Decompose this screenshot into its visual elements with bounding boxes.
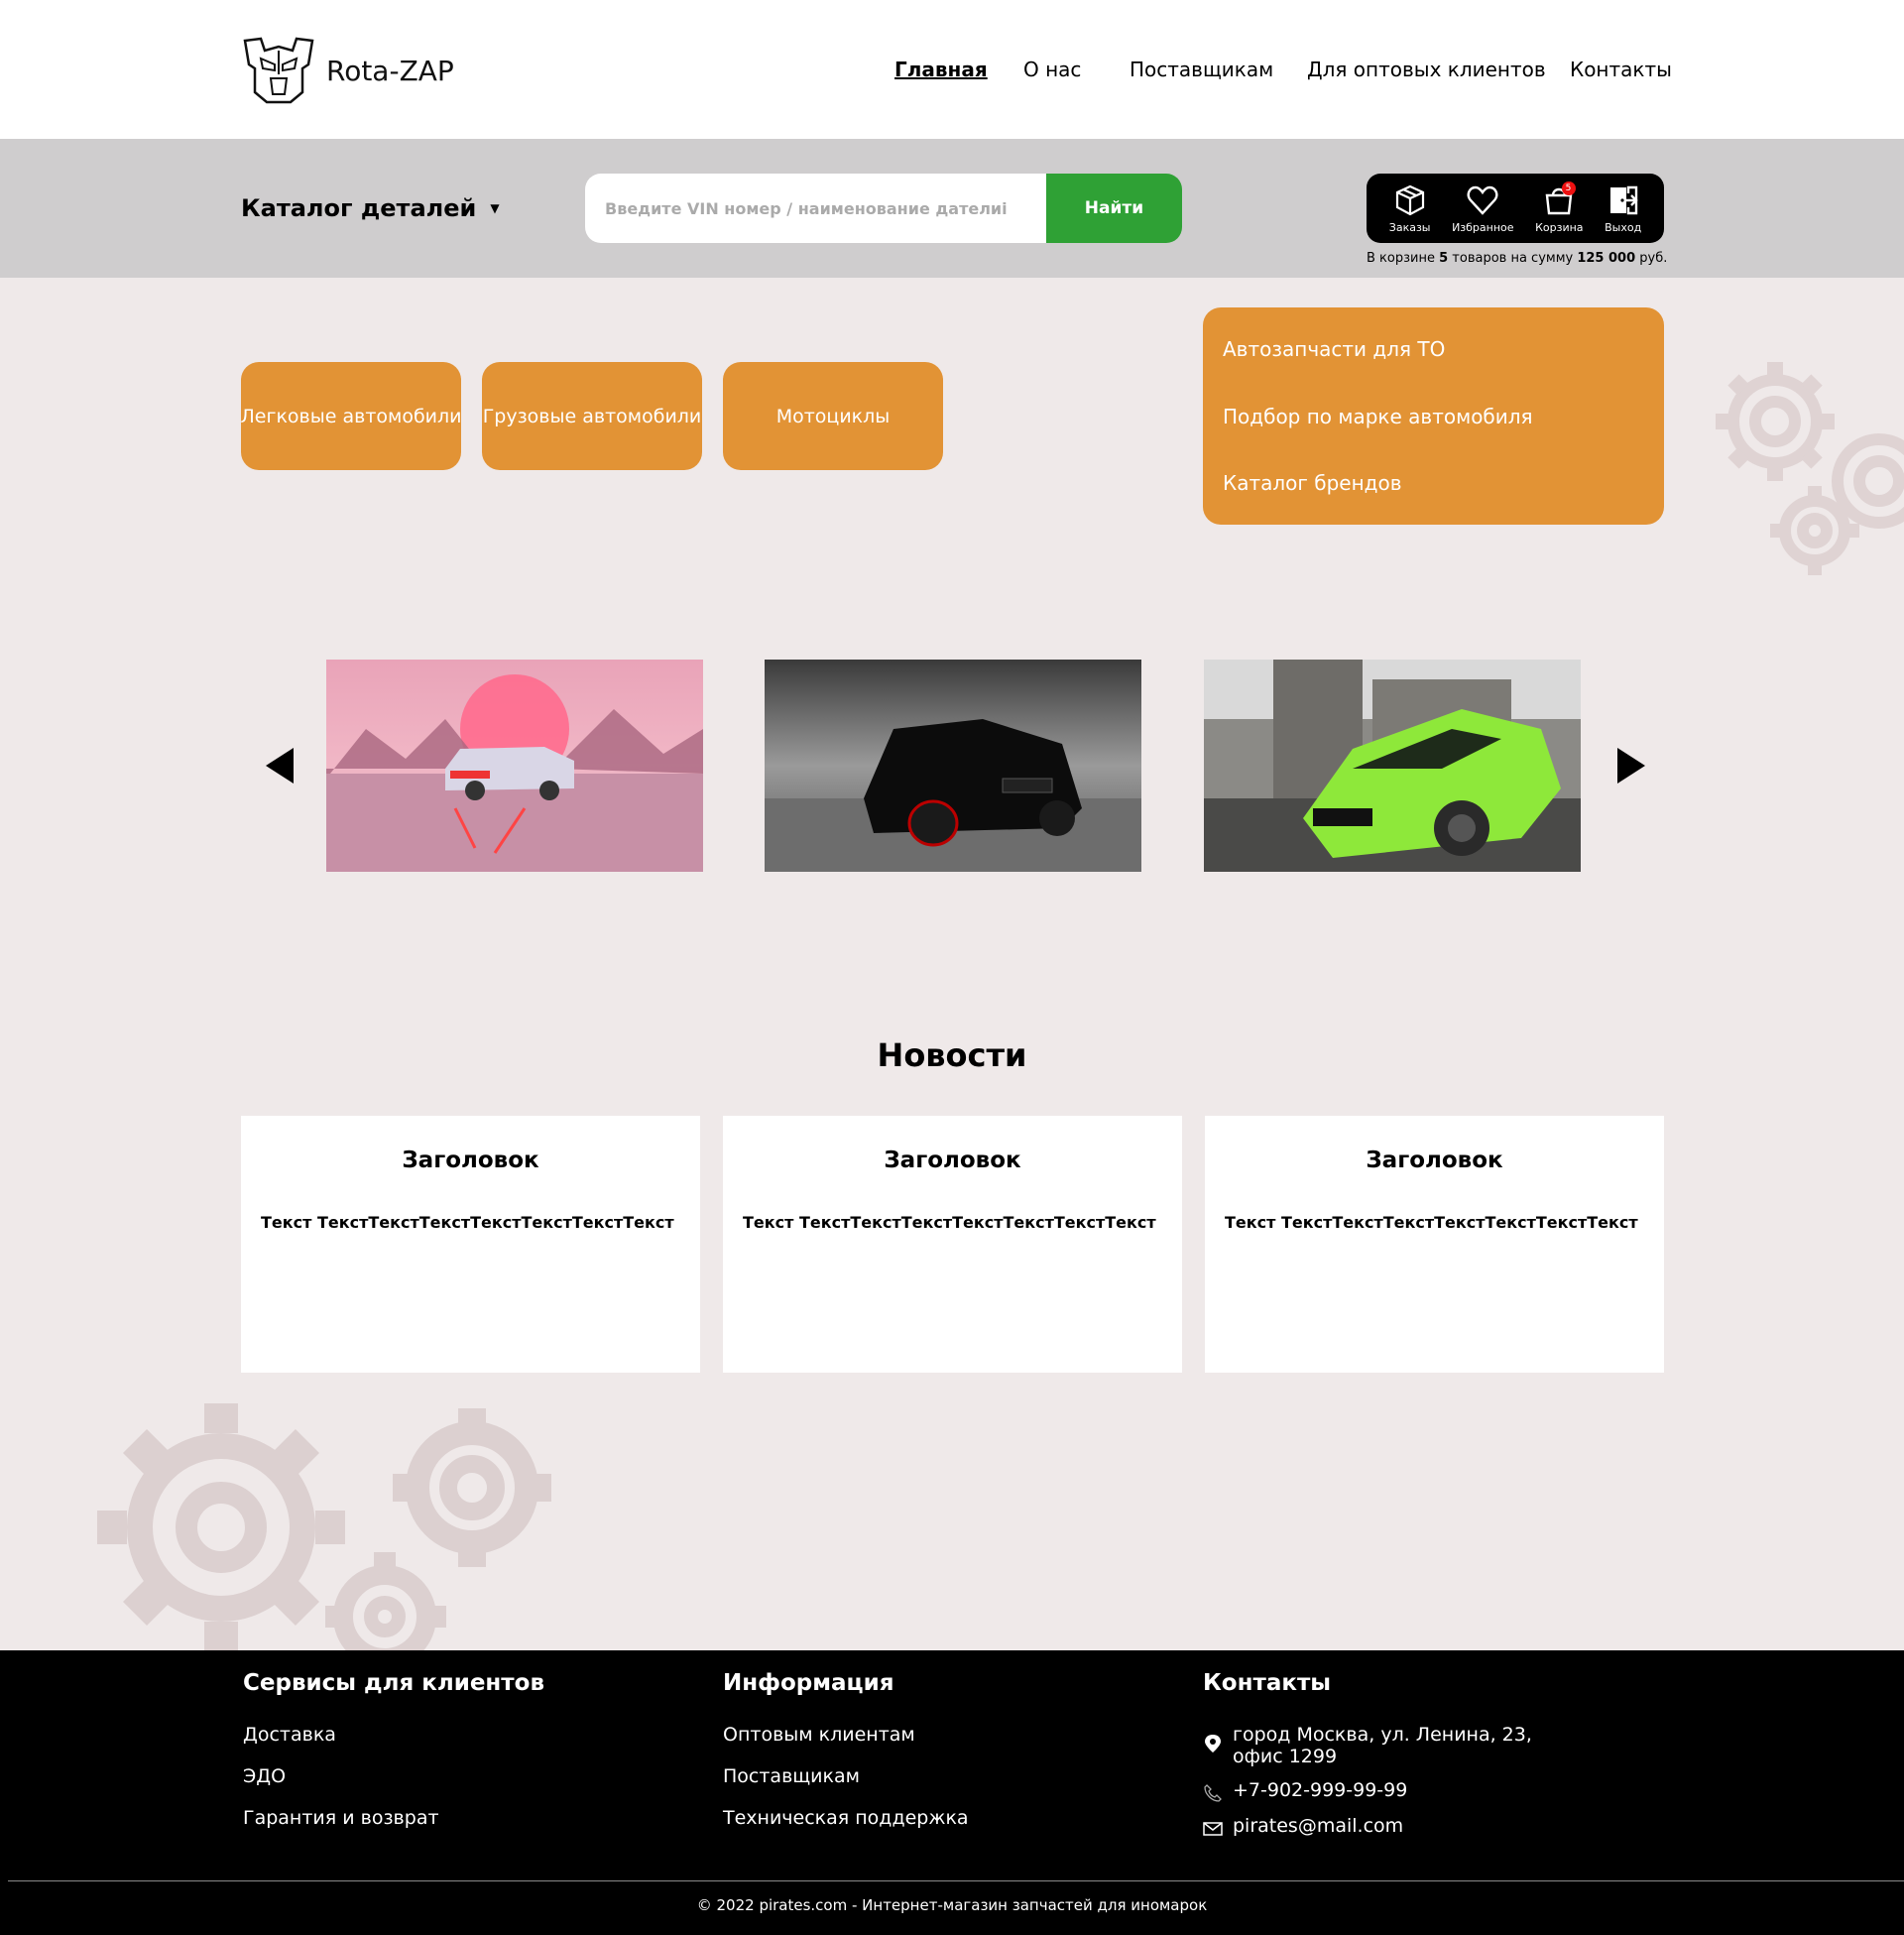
- news-card-text: Текст ТекстТекстТекстТекстТекстТекстТекс…: [1225, 1213, 1638, 1232]
- news-heading: Новости: [877, 1036, 1027, 1074]
- footer-link-delivery[interactable]: Доставка: [243, 1724, 544, 1746]
- contact-address: город Москва, ул. Ленина, 23, офис 1299: [1203, 1724, 1532, 1767]
- logout-label: Выход: [1605, 220, 1642, 234]
- address-line1: город Москва, ул. Ленина, 23,: [1233, 1724, 1532, 1746]
- heart-icon: [1467, 185, 1498, 215]
- copyright: © 2022 pirates.com - Интернет-магазин за…: [696, 1896, 1208, 1914]
- nav-contacts[interactable]: Контакты: [1570, 58, 1672, 81]
- cart-button[interactable]: 5 Корзина: [1535, 181, 1584, 234]
- carousel-slide-1[interactable]: [326, 660, 703, 872]
- side-menu-brand-catalog[interactable]: Каталог брендов: [1223, 471, 1644, 495]
- category-trucks-button[interactable]: Грузовые автомобили: [482, 362, 702, 470]
- news-card-text: Текст ТекстТекстТекстТекстТекстТекстТекс…: [261, 1213, 674, 1232]
- news-card-title: Заголовок: [1366, 1148, 1503, 1173]
- footer-link-suppliers[interactable]: Поставщикам: [723, 1765, 969, 1787]
- autobot-logo-icon: [243, 37, 314, 104]
- nav-wholesale[interactable]: Для оптовых клиентов: [1307, 58, 1546, 81]
- catalog-dropdown[interactable]: Каталог деталей ▼: [241, 194, 500, 222]
- search-bar: Каталог деталей ▼ Найти Заказы Избранное…: [0, 139, 1904, 278]
- cart-label: Корзина: [1535, 220, 1584, 234]
- footer-contacts-title: Контакты: [1203, 1670, 1332, 1696]
- cart-summary-currency: руб.: [1639, 251, 1668, 266]
- box-icon: [1395, 184, 1424, 215]
- news-card[interactable]: Заголовок Текст ТекстТекстТекстТекстТекс…: [241, 1116, 700, 1373]
- nav-home[interactable]: Главная: [894, 58, 988, 81]
- nav-about[interactable]: О нас: [1023, 58, 1081, 81]
- orders-button[interactable]: Заказы: [1389, 183, 1431, 234]
- category-motorcycles-button[interactable]: Мотоциклы: [723, 362, 943, 470]
- cart-summary-amount: 125 000: [1577, 251, 1636, 266]
- catalog-label: Каталог деталей: [241, 194, 477, 222]
- site-header: Rota-ZAP Главная О нас Поставщикам Для о…: [0, 0, 1904, 139]
- gears-decoration-icon: [1716, 362, 1904, 575]
- footer-link-edo[interactable]: ЭДО: [243, 1765, 544, 1787]
- category-cars-button[interactable]: Легковые автомобили: [240, 362, 462, 470]
- side-menu: Автозапчасти для ТО Подбор по марке авто…: [1203, 307, 1664, 525]
- search-input[interactable]: [585, 174, 1047, 243]
- favorites-label: Избранное: [1452, 220, 1514, 234]
- news-card[interactable]: Заголовок Текст ТекстТекстТекстТекстТекс…: [1205, 1116, 1664, 1373]
- cart-summary: В корзине 5 товаров на сумму 125 000 руб…: [1367, 251, 1667, 266]
- brand-name: Rota-ZAP: [326, 54, 454, 87]
- footer-link-warranty[interactable]: Гарантия и возврат: [243, 1807, 544, 1829]
- carousel-next-icon[interactable]: [1613, 746, 1647, 786]
- cart-summary-prefix: В корзине: [1367, 251, 1435, 266]
- news-card-title: Заголовок: [402, 1148, 539, 1173]
- footer-info: Информация Оптовым клиентам Поставщикам …: [723, 1670, 969, 1849]
- carousel-slide-2[interactable]: [765, 660, 1141, 872]
- footer-link-wholesale[interactable]: Оптовым клиентам: [723, 1724, 969, 1746]
- location-pin-icon: [1205, 1735, 1221, 1753]
- footer-link-support[interactable]: Техническая поддержка: [723, 1807, 969, 1829]
- phone-number: +7-902-999-99-99: [1233, 1779, 1408, 1801]
- footer-info-title: Информация: [723, 1670, 894, 1696]
- favorites-button[interactable]: Избранное: [1452, 183, 1514, 234]
- side-menu-by-car-brand[interactable]: Подбор по марке автомобиля: [1223, 405, 1644, 428]
- orders-label: Заказы: [1388, 220, 1431, 234]
- logo[interactable]: Rota-ZAP: [241, 35, 454, 106]
- news-card-text: Текст ТекстТекстТекстТекстТекстТекстТекс…: [743, 1213, 1156, 1232]
- footer-services: Сервисы для клиентов Доставка ЭДО Гарант…: [243, 1670, 544, 1849]
- footer-contacts: Контакты город Москва, ул. Ленина, 23, о…: [1203, 1670, 1532, 1851]
- caret-down-icon: ▼: [490, 201, 500, 215]
- carousel-prev-icon[interactable]: [264, 746, 298, 786]
- site-footer: Сервисы для клиентов Доставка ЭДО Гарант…: [0, 1650, 1904, 1935]
- contact-email[interactable]: pirates@mail.com: [1203, 1815, 1532, 1839]
- logout-icon: [1609, 185, 1638, 214]
- carousel-slide-3[interactable]: [1204, 660, 1581, 872]
- logout-button[interactable]: Выход: [1605, 183, 1641, 234]
- side-menu-maintenance-parts[interactable]: Автозапчасти для ТО: [1223, 337, 1644, 361]
- mail-icon: [1203, 1822, 1223, 1836]
- cart-count-badge: 5: [1561, 181, 1576, 195]
- news-card[interactable]: Заголовок Текст ТекстТекстТекстТекстТекс…: [723, 1116, 1182, 1373]
- cart-summary-count: 5: [1439, 251, 1449, 266]
- news-card-title: Заголовок: [884, 1148, 1021, 1173]
- search-button[interactable]: Найти: [1046, 174, 1182, 243]
- footer-divider: [8, 1880, 1904, 1881]
- nav-suppliers[interactable]: Поставщикам: [1130, 58, 1273, 81]
- cart-summary-middle: товаров на сумму: [1452, 251, 1574, 266]
- email-address: pirates@mail.com: [1233, 1815, 1404, 1837]
- gears-decoration-icon: [97, 1403, 551, 1651]
- user-toolbar: Заказы Избранное 5 Корзина Выход: [1367, 174, 1664, 243]
- contact-phone[interactable]: +7-902-999-99-99: [1203, 1779, 1532, 1803]
- phone-icon: [1204, 1784, 1222, 1802]
- footer-services-title: Сервисы для клиентов: [243, 1670, 544, 1696]
- address-line2: офис 1299: [1233, 1746, 1338, 1767]
